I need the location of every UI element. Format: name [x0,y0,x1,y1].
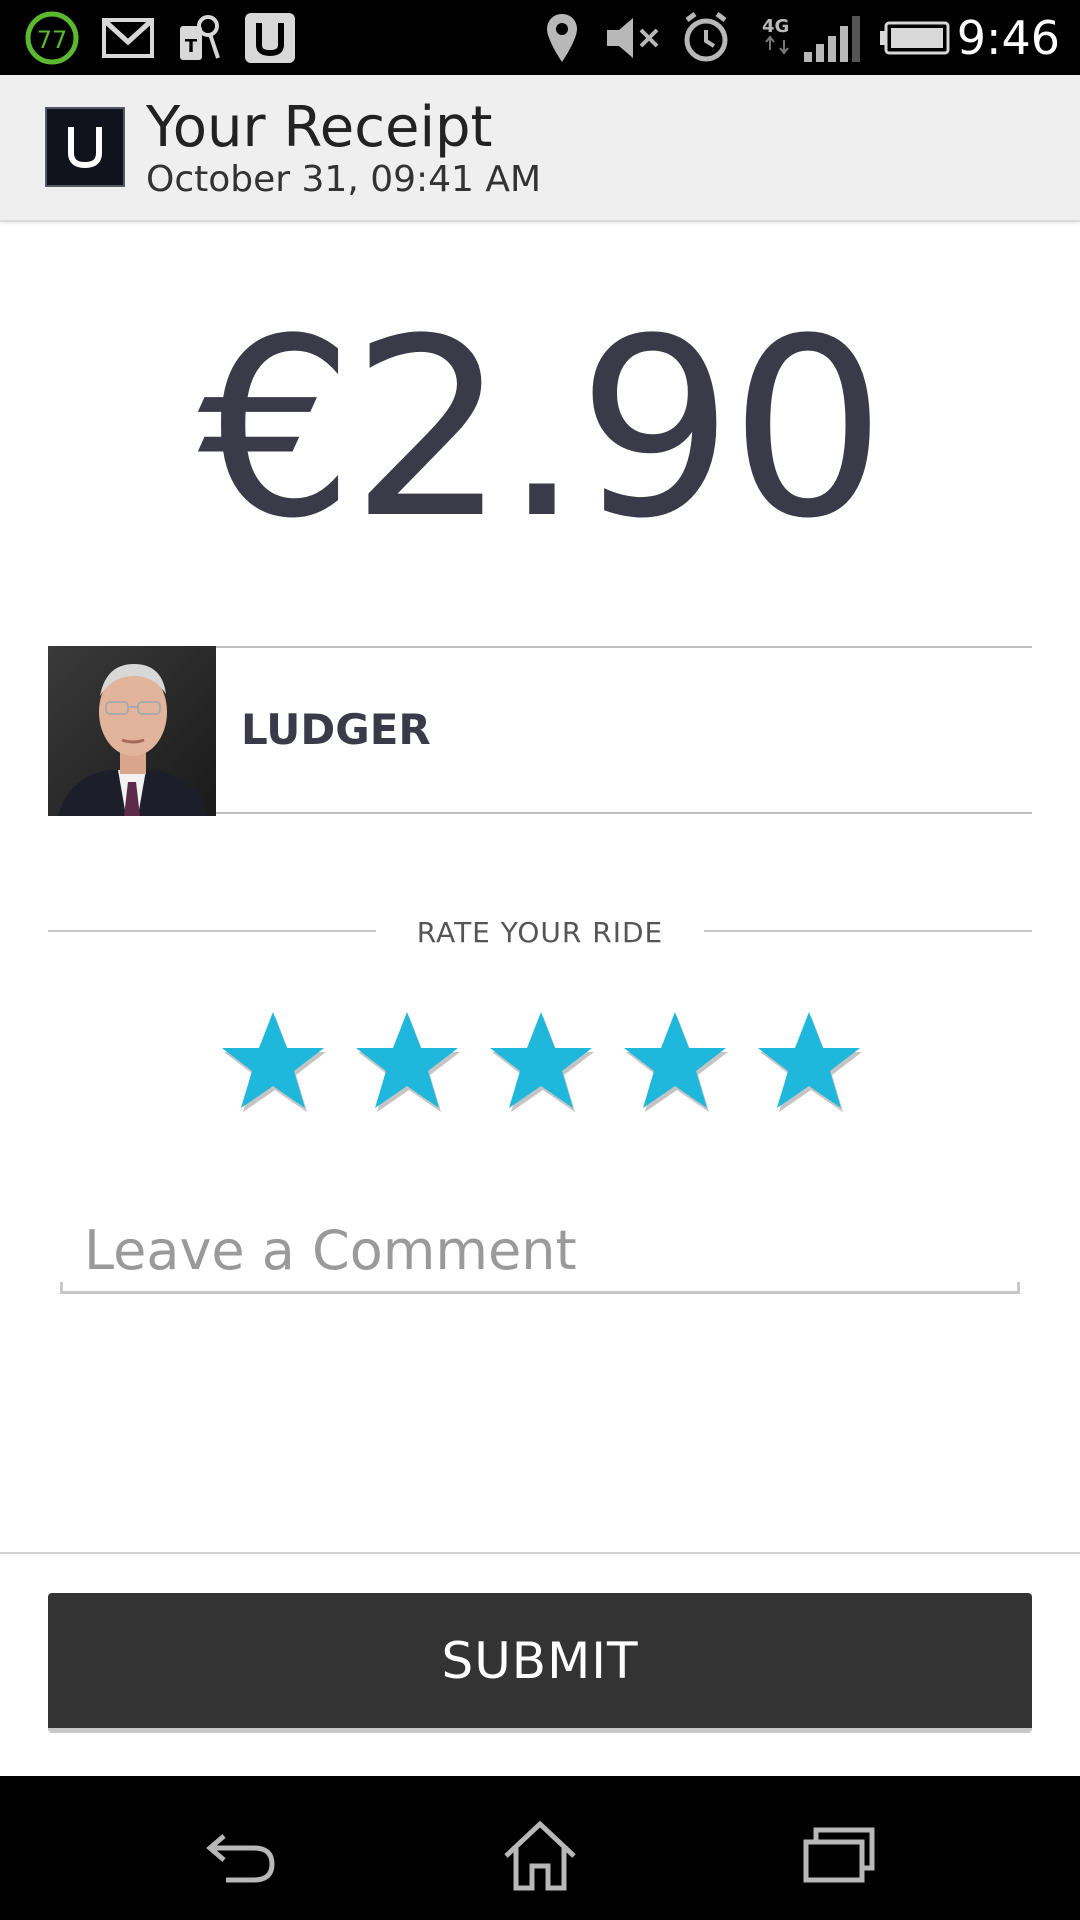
star-3-icon[interactable] [486,1008,596,1118]
navigation-bar [0,1776,1080,1920]
status-bar: 77 T 4G 9:46 [0,0,1080,75]
action-bar: Your Receipt October 31, 09:41 AM [0,75,1080,222]
comment-input[interactable] [60,1210,1020,1294]
status-time: 9:46 [956,11,1060,65]
input-edge-right [1017,1282,1020,1294]
footer-divider [0,1552,1080,1554]
alarm-icon [680,10,732,66]
uber-icon [242,10,298,66]
battery-icon [880,10,950,66]
back-icon[interactable] [192,1816,292,1896]
mute-icon [604,10,664,66]
fare-amount: €2.90 [197,287,886,573]
star-1-icon[interactable] [218,1008,328,1118]
home-icon[interactable] [490,1816,590,1896]
signal-icon: 4G [758,10,862,66]
star-4-icon[interactable] [620,1008,730,1118]
submit-button[interactable]: SUBMIT [48,1593,1032,1733]
input-edge-left [60,1282,63,1294]
driver-avatar [48,646,216,816]
page-title: Your Receipt [146,95,493,160]
rate-your-ride-label: RATE YOUR RIDE [416,916,664,949]
badge-number: 77 [37,26,68,54]
star-rating [218,1008,868,1118]
recent-apps-icon[interactable] [790,1816,890,1896]
network-type: 4G [762,16,789,37]
uber-logo-icon[interactable] [45,107,125,187]
star-2-icon[interactable] [352,1008,462,1118]
gmail-icon [100,10,156,66]
battery-saver-badge-icon: 77 [22,10,82,66]
driver-name: LUDGER [241,705,431,754]
driver-row: LUDGER [48,646,1032,816]
telekom-keys-icon: T [172,10,228,66]
svg-text:T: T [185,36,198,57]
location-icon [540,10,584,66]
star-5-icon[interactable] [754,1008,864,1118]
receipt-date: October 31, 09:41 AM [146,159,542,200]
